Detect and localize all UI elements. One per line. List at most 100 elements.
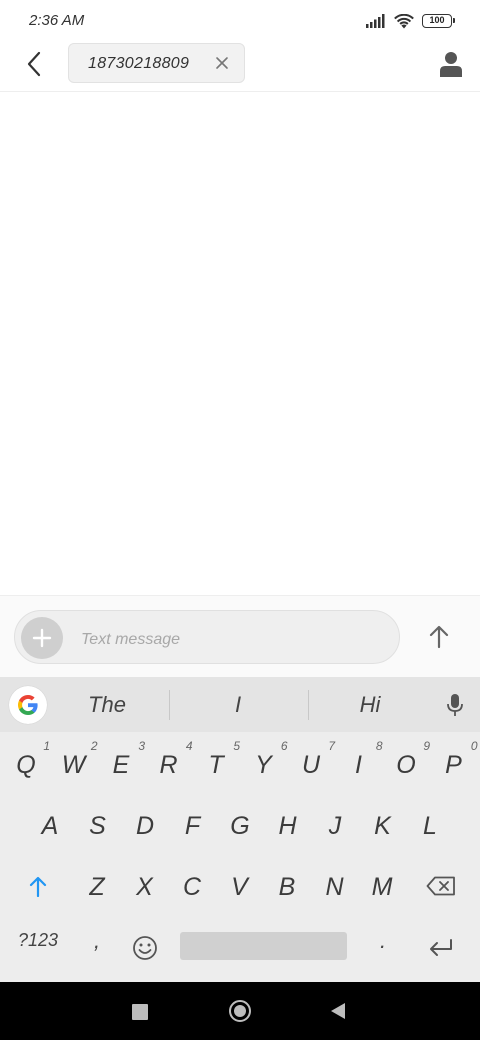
key-label: K	[374, 812, 391, 840]
key-a[interactable]: A	[26, 798, 74, 854]
key-e[interactable]: E3	[97, 737, 145, 793]
key-label: O	[396, 751, 416, 779]
contact-person-icon	[440, 52, 462, 77]
key-label: U	[301, 751, 321, 779]
key-label: A	[41, 812, 59, 840]
comma-key[interactable]: ,	[82, 928, 112, 966]
system-nav-bar	[0, 982, 480, 1040]
mic-icon	[447, 694, 463, 716]
key-w[interactable]: W2	[50, 737, 98, 793]
key-label: I	[355, 751, 362, 779]
key-label: P	[445, 751, 462, 779]
close-icon[interactable]	[214, 55, 230, 71]
enter-icon	[430, 939, 452, 956]
suggestion-1[interactable]: The	[38, 692, 176, 718]
key-label: R	[159, 751, 178, 779]
backspace-icon	[426, 876, 455, 896]
status-bar: 2:36 AM 100	[0, 0, 480, 40]
space-key[interactable]	[180, 932, 347, 960]
battery-icon: 100	[422, 14, 455, 28]
shift-key[interactable]	[20, 866, 56, 906]
key-label: Q	[16, 751, 36, 779]
key-label: B	[278, 873, 296, 901]
key-n[interactable]: N	[311, 859, 359, 915]
key-label: Y	[255, 751, 272, 779]
status-time: 2:36 AM	[29, 12, 85, 29]
conversation-header: 18730218809	[0, 40, 480, 92]
key-c[interactable]: C	[168, 859, 216, 915]
key-label: L	[423, 812, 437, 840]
key-z[interactable]: Z	[73, 859, 121, 915]
key-label: V	[231, 873, 248, 901]
voice-input-button[interactable]	[440, 689, 470, 721]
add-attachment-button[interactable]	[21, 617, 63, 659]
suggestion-bar: The I Hi	[0, 677, 480, 732]
key-h[interactable]: H	[264, 798, 312, 854]
recipient-number: 18730218809	[88, 55, 190, 72]
signal-icon	[366, 14, 385, 28]
key-label: E	[112, 751, 130, 779]
compose-bar: Text message	[0, 595, 480, 677]
key-b[interactable]: B	[263, 859, 311, 915]
key-label: T	[208, 751, 224, 779]
message-input[interactable]: Text message	[14, 610, 400, 664]
period-key[interactable]: .	[368, 928, 398, 966]
key-hint: 0	[470, 739, 478, 753]
emoji-icon	[133, 936, 157, 960]
key-f[interactable]: F	[169, 798, 217, 854]
symbols-key[interactable]: ?123	[8, 930, 68, 962]
key-l[interactable]: L	[406, 798, 454, 854]
key-label: F	[184, 812, 201, 840]
emoji-key[interactable]	[128, 931, 162, 965]
backspace-key[interactable]	[422, 869, 460, 903]
key-label: X	[136, 873, 153, 901]
key-u[interactable]: U7	[287, 737, 335, 793]
key-m[interactable]: M	[358, 859, 406, 915]
back-arrow-icon	[27, 51, 41, 77]
contact-button[interactable]	[436, 48, 466, 80]
key-g[interactable]: G	[216, 798, 264, 854]
key-label: Z	[89, 873, 105, 901]
key-label: C	[182, 873, 202, 901]
send-arrow-up-icon	[429, 625, 449, 649]
recent-apps-icon[interactable]	[132, 1004, 148, 1020]
key-v[interactable]: V	[216, 859, 264, 915]
suggestion-2[interactable]: I	[169, 692, 307, 718]
key-label: D	[135, 812, 155, 840]
recipient-chip[interactable]: 18730218809	[68, 43, 245, 83]
key-s[interactable]: S	[74, 798, 122, 854]
key-x[interactable]: X	[121, 859, 169, 915]
back-triangle-icon[interactable]	[331, 1003, 345, 1019]
message-thread[interactable]	[0, 92, 480, 595]
battery-level: 100	[429, 15, 445, 25]
enter-key[interactable]	[424, 931, 458, 965]
key-t[interactable]: T5	[192, 737, 240, 793]
send-button[interactable]	[418, 616, 460, 658]
key-label: W	[61, 751, 86, 779]
suggestion-3[interactable]: Hi	[301, 692, 439, 718]
status-icons: 100	[366, 12, 455, 30]
back-button[interactable]	[18, 48, 50, 80]
message-placeholder: Text message	[81, 631, 181, 648]
key-q[interactable]: Q1	[2, 737, 50, 793]
key-label: G	[230, 812, 250, 840]
wifi-icon	[394, 13, 414, 28]
key-label: H	[278, 812, 297, 840]
key-label: M	[371, 873, 393, 901]
key-o[interactable]: O9	[382, 737, 430, 793]
key-y[interactable]: Y6	[240, 737, 287, 793]
keyboard: The I Hi Q1W2E3R4T5Y6U7I8O9P0ASDFGHJKLZX…	[0, 677, 480, 982]
key-p[interactable]: P0	[430, 737, 478, 793]
google-g-icon	[18, 695, 38, 715]
key-label: J	[328, 812, 342, 840]
key-i[interactable]: I8	[335, 737, 382, 793]
key-k[interactable]: K	[359, 798, 407, 854]
plus-icon	[32, 628, 52, 648]
key-label: N	[325, 873, 344, 901]
key-d[interactable]: D	[121, 798, 169, 854]
key-j[interactable]: J	[311, 798, 359, 854]
key-r[interactable]: R4	[145, 737, 192, 793]
home-icon[interactable]	[229, 1000, 251, 1022]
key-label: S	[89, 812, 106, 840]
shift-icon	[29, 876, 47, 897]
